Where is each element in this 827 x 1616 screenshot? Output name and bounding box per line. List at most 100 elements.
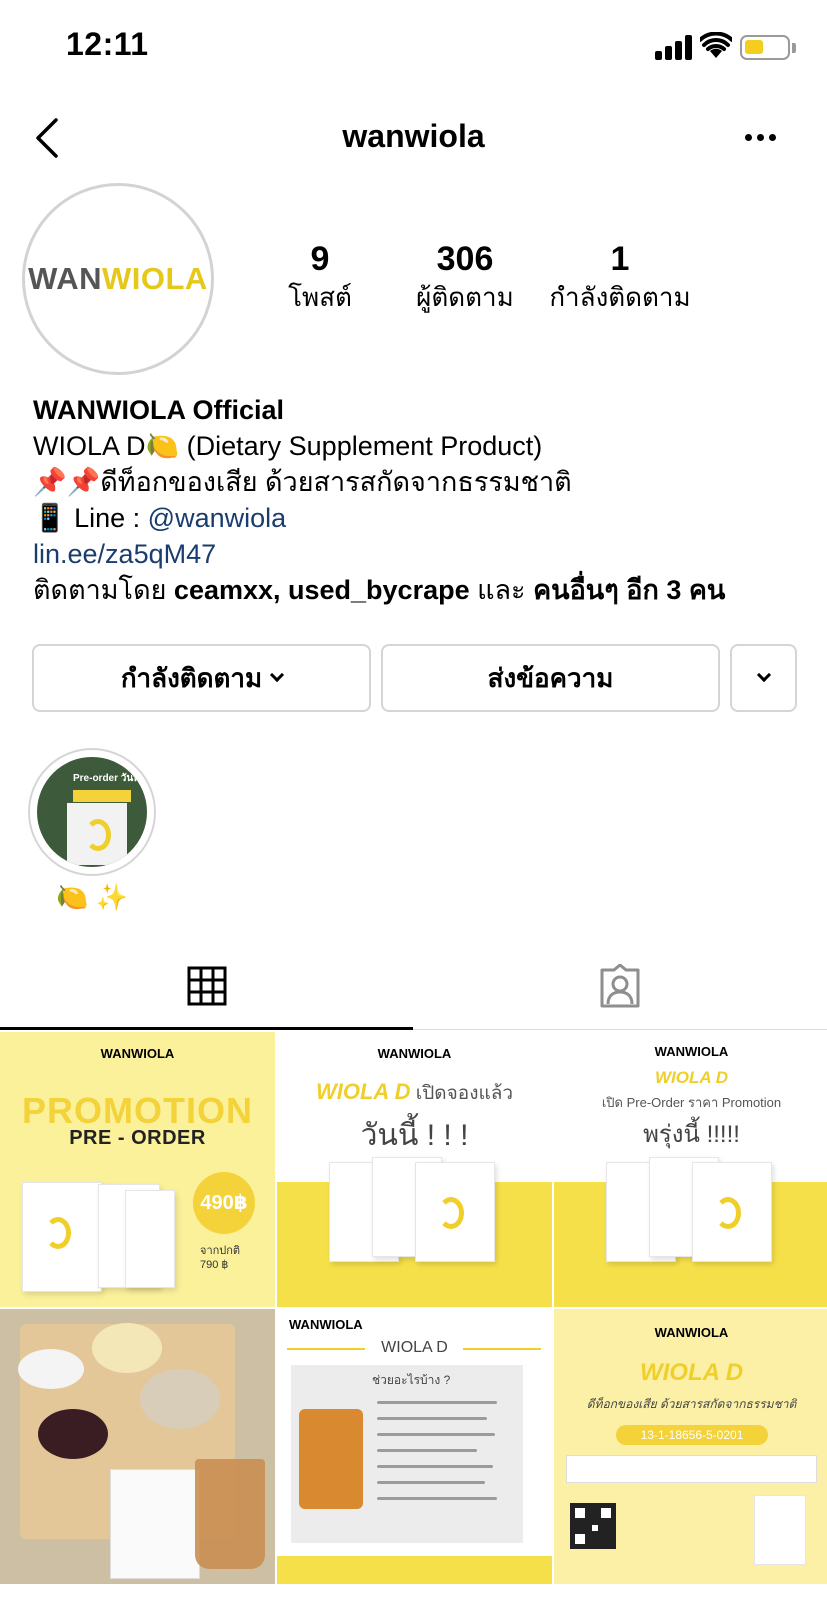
stat-label: กำลังติดตาม <box>549 282 691 312</box>
post-logo: WANWIOLA <box>100 1046 175 1061</box>
post-price: 490฿ <box>193 1172 255 1234</box>
page-title: wanwiola <box>342 118 485 154</box>
battery-cap <box>792 43 796 53</box>
text-row <box>377 1497 497 1500</box>
post-thumbnail[interactable]: WANWIOLA WIOLA D ช่วยอะไรบ้าง ? <box>277 1309 552 1584</box>
stat-followers[interactable]: 306 ผู้ติดตาม <box>385 240 545 314</box>
text-row <box>377 1449 477 1452</box>
post-thumbnail[interactable]: WANWIOLA WIOLA D เปิด Pre-Order ราคา Pro… <box>554 1032 827 1307</box>
tagged-person-icon <box>600 964 640 1008</box>
product-box <box>415 1162 495 1262</box>
wifi-icon <box>700 32 732 58</box>
post-heading: ช่วยอะไรบ้าง ? <box>372 1373 451 1387</box>
post-title: PROMOTION <box>22 1090 253 1131</box>
followed-by-and: และ <box>469 575 534 605</box>
stat-value: 306 <box>436 240 494 278</box>
post-logo: WANWIOLA <box>654 1325 729 1340</box>
battery-level <box>745 40 763 54</box>
text-row <box>377 1401 497 1404</box>
signal-icon <box>655 34 695 60</box>
post-big-text: พรุ่งนี้ !!!!! <box>643 1121 740 1148</box>
bio-line: 📌📌ดีท็อกของเสีย ด้วยสารสกัดจากธรรมชาติ <box>33 467 572 497</box>
following-button-label: กำลังติดตาม <box>120 662 263 693</box>
bowl <box>92 1323 162 1373</box>
line-handle-link[interactable]: @wanwiola <box>148 503 286 533</box>
bowl <box>140 1369 220 1429</box>
tab-tagged[interactable] <box>414 950 827 1030</box>
post-thumbnail[interactable]: WANWIOLA WIOLA D ดีท็อกของเสีย ด้วยสารสก… <box>554 1309 827 1584</box>
post-thumbnail[interactable] <box>0 1309 275 1584</box>
status-time: 12:11 <box>66 26 149 62</box>
bio-line: 📱 Line : @wanwiola <box>33 500 813 536</box>
post-subtitle: PRE - ORDER <box>69 1127 206 1149</box>
more-horizontal-icon[interactable] <box>745 134 783 144</box>
profile-name: WANWIOLA Official <box>33 395 284 425</box>
bio-line-prefix: 📱 Line : <box>33 503 148 533</box>
profile-tabs <box>0 950 827 1030</box>
qr-code-icon <box>570 1503 616 1549</box>
product-logo-d <box>438 1197 464 1229</box>
followed-by-others: คนอื่นๆ อีก 3 คน <box>533 575 726 605</box>
avatar[interactable]: WANWIOLA <box>22 183 214 375</box>
chevron-down-icon <box>756 667 771 683</box>
avatar-logo: WANWIOLA <box>28 261 208 296</box>
text-row <box>377 1417 487 1420</box>
profile-header: wanwiola <box>0 100 827 176</box>
highlight-cover: Pre-order วันที่19 <box>37 757 147 867</box>
story-highlight[interactable]: Pre-order วันที่19 <box>28 748 156 876</box>
product-box <box>692 1162 772 1262</box>
message-button-label: ส่งข้อความ <box>487 662 614 693</box>
bio-website-link[interactable]: lin.ee/za5qM47 <box>33 536 813 572</box>
highlight-cover-text: Pre-order วันที่19 <box>73 773 147 784</box>
post-subtitle: ดีท็อกของเสีย ด้วยสารสกัดจากธรรมชาติ <box>586 1397 797 1411</box>
profile-bio: WANWIOLA Official WIOLA D🍋 (Dietary Supp… <box>33 392 813 608</box>
bowl <box>18 1349 84 1389</box>
stat-value: 1 <box>610 240 630 278</box>
drink-cup <box>195 1459 265 1569</box>
suggested-accounts-button[interactable] <box>730 644 797 712</box>
info-table <box>566 1455 817 1483</box>
text-row <box>377 1433 495 1436</box>
stat-posts[interactable]: 9 โพสต์ <box>240 240 400 314</box>
post-title: WIOLA D <box>654 1068 729 1087</box>
post-big-text: วันนี้ ! ! ! <box>360 1119 469 1152</box>
product-logo-d <box>85 819 111 851</box>
tab-grid[interactable] <box>0 950 413 1030</box>
post-logo: WANWIOLA <box>289 1317 363 1332</box>
stat-following[interactable]: 1 กำลังติดตาม <box>540 240 700 314</box>
highlight-badge <box>73 790 131 802</box>
status-bar: 12:11 <box>0 0 827 90</box>
registration-number: 13-1-18656-5-0201 <box>616 1425 768 1445</box>
product-box <box>22 1182 102 1292</box>
bio-line: WIOLA D🍋 (Dietary Supplement Product) <box>33 431 543 461</box>
text-row <box>377 1465 493 1468</box>
post-title: WIOLA D เปิดจองแล้ว <box>315 1079 514 1104</box>
post-subtitle: เปิด Pre-Order ราคา Promotion <box>601 1095 782 1110</box>
post-logo: WANWIOLA <box>377 1046 452 1061</box>
followed-by-users: ceamxx, used_bycrape <box>173 575 470 605</box>
message-button[interactable]: ส่งข้อความ <box>381 644 720 712</box>
stat-value: 9 <box>310 240 330 278</box>
post-title: WIOLA D <box>639 1359 744 1386</box>
bowl <box>38 1409 108 1459</box>
stat-label: ผู้ติดตาม <box>416 282 514 312</box>
tea-glass <box>299 1409 363 1509</box>
product-box <box>125 1190 175 1288</box>
product-logo-d <box>45 1217 71 1249</box>
divider <box>463 1348 541 1350</box>
product-box <box>754 1495 806 1565</box>
post-old-price: จากปกติ 790 ฿ <box>200 1245 241 1271</box>
followed-by-prefix: ติดตามโดย <box>33 575 174 605</box>
battery-icon <box>740 35 790 60</box>
highlight-label: 🍋 ✨ <box>56 882 128 912</box>
grid-icon <box>187 966 227 1006</box>
profile-stats: 9 โพสต์ 306 ผู้ติดตาม 1 กำลังติดตาม <box>240 240 720 320</box>
followed-by[interactable]: ติดตามโดย ceamxx, used_bycrape และ คนอื่… <box>33 572 813 608</box>
product-logo-d <box>715 1197 741 1229</box>
post-thumbnail[interactable]: WANWIOLA WIOLA D เปิดจองแล้ว วันนี้ ! ! … <box>277 1032 552 1307</box>
yellow-band <box>277 1556 552 1584</box>
stat-label: โพสต์ <box>288 282 352 312</box>
product-box <box>110 1469 200 1579</box>
following-button[interactable]: กำลังติดตาม <box>32 644 371 712</box>
post-thumbnail[interactable]: WANWIOLA PROMOTION PRE - ORDER 490฿ จากป… <box>0 1032 275 1307</box>
